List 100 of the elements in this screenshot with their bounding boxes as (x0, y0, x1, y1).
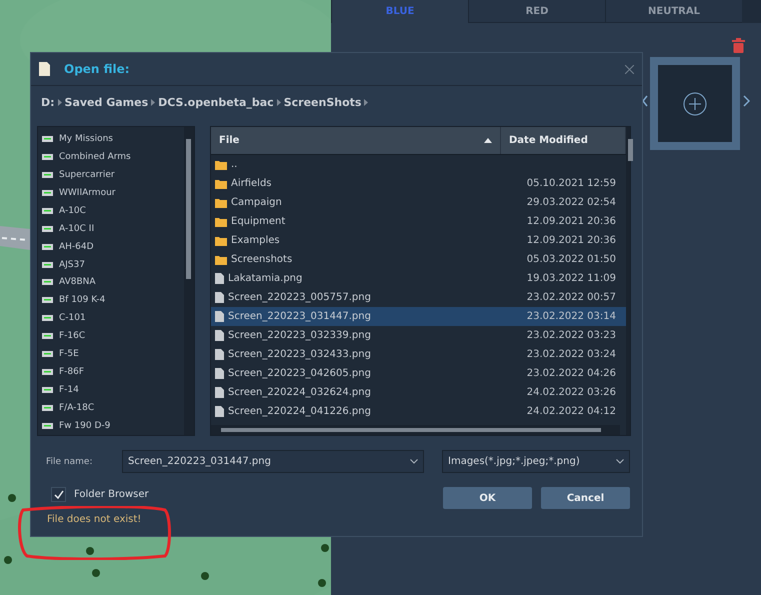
folder-label: Fw 190 D-9 (59, 420, 110, 431)
path-crumb[interactable]: D: (41, 96, 55, 108)
folder-item[interactable]: Combined Arms (42, 148, 184, 166)
add-slot[interactable] (650, 57, 740, 150)
folder-item[interactable]: Supercarrier (42, 166, 184, 184)
coalition-tab[interactable]: RED (468, 0, 605, 23)
error-message: File does not exist! (47, 514, 142, 525)
file-row[interactable]: Screen_220223_031447.png 23.02.2022 03:14 (211, 307, 626, 326)
chevron-right-icon[interactable] (743, 95, 750, 107)
file-row[interactable]: Screen_220223_005757.png 23.02.2022 00:57 (211, 288, 626, 307)
dialog-button[interactable]: OK (443, 487, 532, 509)
folder-item[interactable]: WWIIArmour (42, 184, 184, 202)
checkbox[interactable] (51, 487, 66, 502)
file-row[interactable]: Airfields 05.10.2021 12:59 (211, 174, 626, 193)
folder-item[interactable]: A-10C II (42, 220, 184, 238)
scrollbar[interactable] (184, 127, 194, 435)
folder-item[interactable]: F/A-18C (42, 399, 184, 417)
date-cell-text: 19.03.2022 11:09 (526, 273, 617, 284)
folder-item[interactable]: F-86F (42, 363, 184, 382)
coalition-tab[interactable]: NEUTRAL (605, 0, 742, 23)
folder-icon (215, 178, 227, 188)
folder-item[interactable]: F-16C (42, 327, 184, 346)
date-cell-text: 29.03.2022 02:54 (526, 197, 617, 208)
drive-icon (42, 297, 53, 304)
folder-label: Combined Arms (59, 152, 131, 162)
checkbox-label: Folder Browser (74, 489, 149, 500)
folder-label: AH-64D (59, 242, 94, 252)
file-icon (215, 311, 224, 322)
date-cell-text: 23.02.2022 03:23 (526, 330, 617, 341)
file-name-field[interactable]: Screen_220223_031447.png (122, 450, 424, 473)
folder-icon (215, 254, 227, 264)
tree-icon (318, 579, 326, 587)
drive-icon (42, 208, 53, 214)
folder-item[interactable]: A-10C (42, 202, 184, 220)
drive-icon (42, 369, 53, 376)
date-cell-text: 23.02.2022 04:26 (526, 368, 617, 379)
folder-item[interactable]: F-5E (42, 345, 184, 364)
check-icon (54, 490, 64, 499)
tree-icon (8, 494, 16, 502)
file-icon (215, 349, 224, 360)
path-crumb[interactable]: Saved Games (64, 96, 148, 108)
folder-icon (215, 160, 227, 170)
drive-icon (42, 244, 53, 250)
file-row[interactable]: Screen_220224_041226.png 24.02.2022 04:12 (211, 402, 626, 421)
file-icon (215, 273, 224, 284)
folder-item[interactable]: AH-64D (42, 238, 184, 256)
file-type-dropdown[interactable]: Images(*.jpg;*.jpeg;*.png) (442, 450, 630, 473)
file-name: Screen_220223_032339.png (228, 330, 371, 341)
column-header[interactable]: File (211, 127, 501, 154)
folder-label: My Missions (59, 134, 113, 144)
file-row[interactable]: Screen_220224_032624.png 24.02.2022 03:26 (211, 383, 626, 402)
horizontal-scrollbar[interactable] (211, 425, 620, 435)
plus-circle-icon[interactable] (683, 92, 707, 116)
file-name: Campaign (231, 197, 282, 208)
folder-item[interactable]: AJS37 (42, 256, 184, 274)
tree-icon (92, 569, 100, 577)
file-row[interactable]: Equipment 12.09.2021 20:36 (211, 212, 626, 231)
folder-item[interactable]: My Missions (42, 130, 184, 148)
separator-arrow-icon (364, 98, 368, 106)
file-row[interactable]: Screen_220223_032433.png 23.02.2022 03:24 (211, 345, 626, 364)
dialog-button[interactable]: Cancel (541, 487, 630, 509)
date-cell-text: 05.10.2021 12:59 (526, 178, 617, 189)
date-cell-text: 23.02.2022 03:14 (526, 311, 617, 322)
column-label: Date Modified (509, 135, 588, 146)
date-cell-text: 23.02.2022 03:24 (526, 349, 617, 360)
close-icon[interactable] (625, 64, 634, 74)
drive-icon (42, 226, 53, 232)
file-row[interactable]: Screenshots 05.03.2022 01:50 (211, 250, 626, 269)
file-name: Screen_220224_032624.png (228, 387, 371, 398)
file-name: Screenshots (231, 254, 292, 265)
path-crumb[interactable]: ScreenShots (284, 96, 362, 108)
file-row[interactable]: Screen_220223_032339.png 23.02.2022 03:23 (211, 326, 626, 345)
folder-item[interactable]: Fw 190 D-9 (42, 417, 184, 435)
chevron-left-icon[interactable] (642, 95, 648, 107)
folder-item[interactable]: F-14 (42, 381, 184, 400)
drive-icon (42, 387, 53, 394)
folder-item[interactable]: C-101 (42, 309, 184, 328)
folder-icon (215, 236, 227, 246)
file-row[interactable]: Lakatamia.png 19.03.2022 11:09 (211, 269, 626, 288)
file-name: Screen_220223_032433.png (228, 349, 371, 360)
folder-label: F-14 (59, 385, 79, 396)
folder-item[interactable]: AV8BNA (42, 274, 184, 292)
trash-icon[interactable] (732, 38, 745, 53)
file-row[interactable]: Screen_220223_042605.png 23.02.2022 04:26 (211, 364, 626, 383)
drive-icon (42, 154, 53, 160)
file-name: .. (231, 159, 238, 170)
file-icon (215, 387, 224, 398)
file-row[interactable]: Campaign 29.03.2022 02:54 (211, 193, 626, 212)
drive-icon (42, 422, 53, 429)
folder-item[interactable]: Bf 109 K-4 (42, 291, 184, 310)
path-crumb[interactable]: DCS.openbeta_bac (158, 96, 274, 108)
file-row[interactable]: Examples 12.09.2021 20:36 (211, 231, 626, 250)
file-name: Equipment (231, 216, 286, 227)
folder-icon (215, 198, 227, 208)
drive-icon (42, 279, 53, 286)
folder-label: C-101 (59, 313, 86, 324)
file-name: Screen_220224_041226.png (228, 406, 371, 417)
file-row[interactable]: .. (211, 155, 626, 174)
field-label: File name: (46, 456, 94, 466)
tree-icon (321, 544, 329, 552)
